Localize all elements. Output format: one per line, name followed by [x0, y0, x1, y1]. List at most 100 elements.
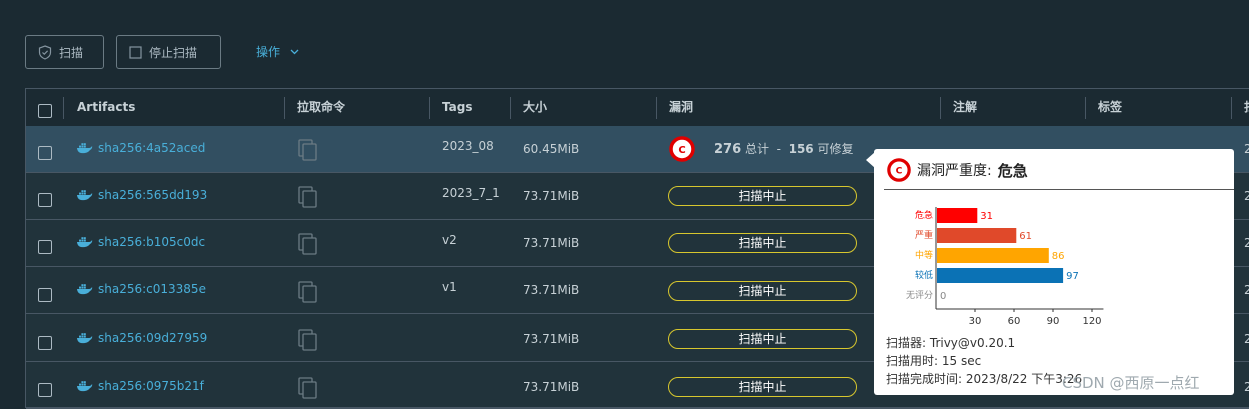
truncated-cell: 2 [1244, 142, 1249, 156]
truncated-cell: 2 [1244, 236, 1249, 250]
actions-dropdown-label: 操作 [256, 45, 281, 59]
artifact-digest: sha256:c013385e [98, 282, 206, 296]
artifact-digest: sha256:09d27959 [98, 331, 208, 345]
popover-divider [884, 189, 1234, 190]
completed-label: 扫描完成时间: [886, 372, 963, 386]
tag-value: 2023_7_1 [442, 186, 500, 200]
scan-button-label: 扫描 [59, 45, 84, 60]
chart-value-label: 97 [1066, 271, 1079, 282]
column-separator[interactable] [940, 97, 941, 119]
chart-bar [937, 208, 978, 223]
scan-status-badge: 扫描中止 [668, 233, 857, 253]
tag-value: v1 [442, 280, 457, 294]
copy-icon[interactable] [298, 281, 318, 303]
row-checkbox[interactable] [38, 383, 52, 397]
docker-icon [77, 237, 93, 248]
docker-icon [77, 381, 93, 392]
severity-letter: C [678, 145, 685, 156]
artifact-digest: sha256:b105c0dc [98, 235, 206, 249]
docker-icon [77, 333, 93, 344]
size-value: 73.71MiB [523, 380, 580, 394]
tag-value: v2 [442, 233, 457, 247]
copy-icon[interactable] [298, 139, 318, 161]
column-separator[interactable] [284, 97, 285, 119]
chart-category-label: 严重 [915, 229, 933, 241]
scan-status-badge: 扫描中止 [668, 186, 857, 206]
toolbar: 扫描 停止扫描 操作 [0, 0, 1249, 88]
vuln-total-label: 总计 [744, 142, 769, 156]
completed-info: 扫描完成时间: 2023/8/22 下午3:26 [886, 370, 1082, 387]
column-header-labels[interactable]: 标签 [1098, 89, 1122, 126]
popover-title-severity: 危急 [997, 161, 1028, 180]
truncated-cell: 2 [1244, 283, 1249, 297]
stop-scan-button-label: 停止扫描 [149, 45, 198, 60]
chart-value-label: 31 [980, 211, 993, 222]
vulnerability-summary[interactable]: 276 总计 - 156 可修复 [714, 140, 854, 157]
column-separator[interactable] [656, 97, 657, 119]
column-separator[interactable] [510, 97, 511, 119]
row-checkbox[interactable] [38, 193, 52, 207]
scan-button[interactable]: 扫描 [25, 35, 104, 69]
artifact-link[interactable]: sha256:565dd193 [76, 188, 207, 202]
column-header-size[interactable]: 大小 [523, 89, 547, 126]
column-header-vulnerabilities[interactable]: 漏洞 [669, 89, 693, 126]
actions-dropdown[interactable]: 操作 [256, 43, 299, 60]
artifact-link[interactable]: sha256:0975b21f [76, 379, 204, 393]
artifact-link[interactable]: sha256:c013385e [76, 282, 206, 296]
chart-x-tick-label: 90 [1047, 316, 1060, 327]
copy-icon[interactable] [298, 233, 318, 255]
column-separator[interactable] [1231, 97, 1232, 119]
tag-value: 2023_08 [442, 139, 494, 153]
chart-bar [937, 248, 1049, 263]
chart-value-label: 86 [1052, 251, 1065, 262]
column-header-pull-command[interactable]: 拉取命令 [297, 89, 345, 126]
column-separator[interactable] [429, 97, 430, 119]
chart-category-label: 较低 [915, 269, 933, 281]
row-checkbox[interactable] [38, 146, 52, 160]
severity-letter: C [896, 166, 903, 177]
row-checkbox[interactable] [38, 288, 52, 302]
duration-info: 扫描用时: 15 sec [886, 352, 981, 369]
scan-status-badge: 扫描中止 [668, 281, 857, 301]
row-checkbox[interactable] [38, 240, 52, 254]
duration-label: 扫描用时: [886, 354, 939, 368]
stop-scan-button[interactable]: 停止扫描 [116, 35, 221, 69]
column-header-truncated[interactable]: 扫 [1244, 89, 1249, 126]
artifact-link[interactable]: sha256:b105c0dc [76, 235, 205, 249]
truncated-cell: 2 [1244, 332, 1249, 346]
critical-severity-icon[interactable]: C [669, 136, 695, 162]
artifact-digest: sha256:4a52aced [98, 141, 206, 155]
column-separator[interactable] [1085, 97, 1086, 119]
vuln-fixable-label: 可修复 [817, 142, 854, 156]
chart-x-tick-label: 60 [1008, 316, 1021, 327]
copy-icon[interactable] [298, 186, 318, 208]
scanner-label: 扫描器: [886, 336, 927, 350]
artifact-link[interactable]: sha256:09d27959 [76, 331, 207, 345]
artifact-link[interactable]: sha256:4a52aced [76, 141, 205, 155]
datagrid-header: Artifacts 拉取命令 Tags 大小 漏洞 注解 标签 扫 [26, 89, 1249, 127]
chart-category-label: 无评分 [906, 290, 933, 301]
copy-icon[interactable] [298, 377, 318, 399]
select-all-checkbox[interactable] [38, 104, 52, 118]
size-value: 60.45MiB [523, 142, 580, 156]
copy-icon[interactable] [298, 329, 318, 351]
duration-value: 15 sec [941, 354, 982, 368]
chart-bar [937, 228, 1017, 243]
chevron-down-icon [290, 49, 299, 54]
column-header-artifacts[interactable]: Artifacts [77, 89, 135, 126]
column-header-annotations[interactable]: 注解 [953, 89, 977, 126]
popover-title-prefix: 漏洞严重度: [917, 163, 992, 179]
row-checkbox[interactable] [38, 336, 52, 350]
column-header-tags[interactable]: Tags [442, 89, 472, 126]
docker-icon [77, 190, 93, 201]
scan-status-badge: 扫描中止 [668, 329, 857, 349]
scanner-value: Trivy@v0.20.1 [929, 336, 1016, 350]
chart-value-label: 0 [940, 291, 946, 302]
scan-status-badge: 扫描中止 [668, 377, 857, 397]
chart-value-label: 61 [1019, 231, 1032, 242]
popover-title: C 漏洞严重度: 危急 [887, 158, 1028, 182]
vuln-fixable-count: 156 [788, 142, 814, 156]
chart-bar [937, 268, 1064, 283]
chart-x-tick-label: 30 [969, 316, 982, 327]
size-value: 73.71MiB [523, 189, 580, 203]
